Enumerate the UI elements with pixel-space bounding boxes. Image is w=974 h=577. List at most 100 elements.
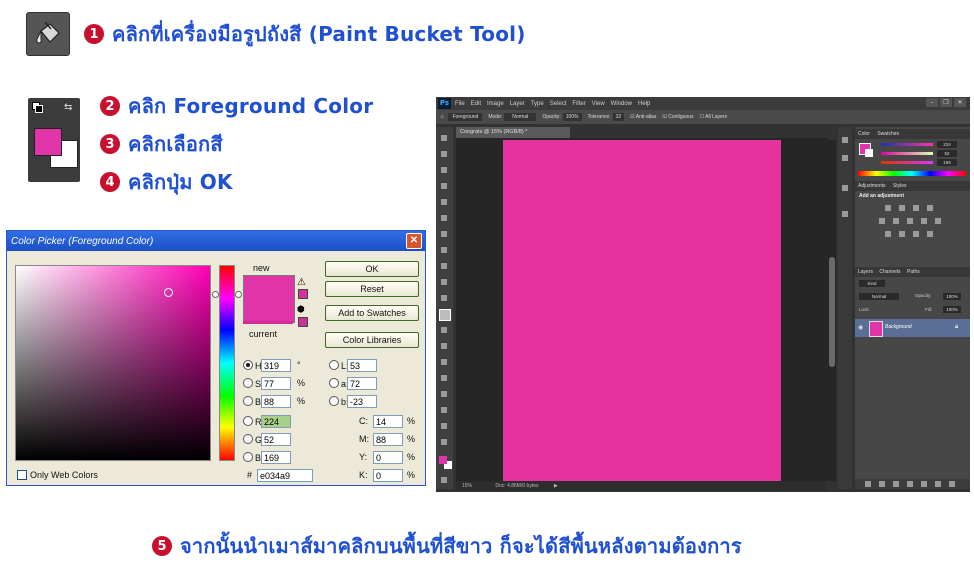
gradient-map-adjust-icon[interactable] <box>927 231 933 237</box>
mask-icon[interactable] <box>893 481 899 487</box>
l-radio-dot[interactable] <box>329 360 339 370</box>
blue-field[interactable]: 169 <box>261 451 291 464</box>
shape-tool-icon[interactable] <box>441 407 447 413</box>
k-field[interactable]: 0 <box>373 469 403 482</box>
close-icon[interactable]: ✕ <box>406 233 422 249</box>
b-field[interactable]: 88 <box>261 395 291 408</box>
paragraph-panel-icon[interactable] <box>842 211 848 217</box>
bw-adjust-icon[interactable] <box>921 218 927 224</box>
history-panel-icon[interactable] <box>842 137 848 143</box>
tab-color[interactable]: Color <box>858 131 870 137</box>
invert-adjust-icon[interactable] <box>885 231 891 237</box>
hex-field[interactable]: e034a9 <box>257 469 313 482</box>
menu-file[interactable]: File <box>455 101 465 107</box>
tolerance-field[interactable]: 32 <box>612 113 625 121</box>
a-field[interactable]: 72 <box>347 377 377 390</box>
zoom-tool-icon[interactable] <box>441 439 447 445</box>
tab-styles[interactable]: Styles <box>893 183 907 189</box>
hand-tool-icon[interactable] <box>441 423 447 429</box>
r-slider[interactable] <box>881 143 933 146</box>
posterize-adjust-icon[interactable] <box>899 231 905 237</box>
crop-tool-icon[interactable] <box>441 199 447 205</box>
r-value[interactable]: 224 <box>937 141 957 148</box>
y-field[interactable]: 0 <box>373 451 403 464</box>
mode-select[interactable]: Normal <box>504 113 537 121</box>
curves-adjust-icon[interactable] <box>913 205 919 211</box>
blur-tool-icon[interactable] <box>441 327 447 333</box>
photo-filter-adjust-icon[interactable] <box>935 218 941 224</box>
minimize-icon[interactable]: – <box>926 98 938 107</box>
b-value[interactable]: 169 <box>937 159 957 166</box>
current-color-swatch[interactable] <box>243 321 293 324</box>
s-radio-dot[interactable] <box>243 378 253 388</box>
type-tool-icon[interactable] <box>441 375 447 381</box>
color-libraries-button[interactable]: Color Libraries <box>325 332 419 348</box>
contiguous-checkbox[interactable]: ☑ Contiguous <box>662 114 693 120</box>
vertical-scrollbar-thumb[interactable] <box>829 257 835 367</box>
foreground-color-swatch[interactable] <box>439 456 447 464</box>
fill-source-select[interactable]: Foreground <box>448 113 483 121</box>
opacity-field[interactable]: 100% <box>562 113 582 121</box>
eyedropper-tool-icon[interactable] <box>441 215 447 221</box>
menu-layer[interactable]: Layer <box>510 101 525 107</box>
web-safe-cube-icon[interactable]: ⬢ <box>297 305 305 315</box>
layer-row-background[interactable]: ◉ Background 🔒︎ <box>855 319 970 337</box>
h-field[interactable]: 319 <box>261 359 291 372</box>
brush-tool-icon[interactable] <box>441 247 447 253</box>
character-panel-icon[interactable] <box>842 185 848 191</box>
foreground-background-color-icon[interactable]: ⇆ <box>28 98 80 182</box>
new-layer-icon[interactable] <box>935 481 941 487</box>
dodge-tool-icon[interactable] <box>441 343 447 349</box>
web-safe-swatch[interactable] <box>298 317 308 327</box>
ok-button[interactable]: OK <box>325 261 419 277</box>
g-slider[interactable] <box>881 152 933 155</box>
quick-select-tool-icon[interactable] <box>441 183 447 189</box>
healing-tool-icon[interactable] <box>441 231 447 237</box>
link-layers-icon[interactable] <box>865 481 871 487</box>
lock-icon[interactable]: 🔒︎ <box>955 323 958 331</box>
gamut-warning-swatch[interactable] <box>298 289 308 299</box>
status-arrow-icon[interactable]: ▶ <box>554 483 558 489</box>
levels-adjust-icon[interactable] <box>899 205 905 211</box>
menu-type[interactable]: Type <box>531 101 544 107</box>
only-web-colors-checkbox[interactable]: Only Web Colors <box>17 470 98 480</box>
b-slider[interactable] <box>881 161 933 164</box>
brightness-adjust-icon[interactable] <box>885 205 891 211</box>
new-adjustment-icon[interactable] <box>907 481 913 487</box>
m-field[interactable]: 88 <box>373 433 403 446</box>
paint-bucket-tool-icon[interactable] <box>439 309 451 321</box>
blend-mode-select[interactable]: Normal <box>859 293 899 300</box>
hue-slider[interactable] <box>219 265 235 461</box>
b-radio-dot[interactable] <box>243 396 253 406</box>
l-field[interactable]: 53 <box>347 359 377 372</box>
document-tab[interactable]: Congrats @ 15% (RGB/8) * <box>456 127 570 138</box>
tab-swatches[interactable]: Swatches <box>877 131 899 137</box>
menu-help[interactable]: Help <box>638 101 650 107</box>
color-panel-bg-swatch[interactable] <box>865 149 873 157</box>
lab-b-radio[interactable]: b: <box>329 396 349 407</box>
exposure-adjust-icon[interactable] <box>927 205 933 211</box>
new-group-icon[interactable] <box>921 481 927 487</box>
vibrance-adjust-icon[interactable] <box>879 218 885 224</box>
menu-filter[interactable]: Filter <box>572 101 585 107</box>
fill-field[interactable]: 100% <box>943 306 961 313</box>
menu-window[interactable]: Window <box>611 101 632 107</box>
layers-opacity-field[interactable]: 100% <box>943 293 961 300</box>
stamp-tool-icon[interactable] <box>441 263 447 269</box>
fx-icon[interactable] <box>879 481 885 487</box>
a-radio[interactable]: a: <box>329 378 349 389</box>
properties-panel-icon[interactable] <box>842 155 848 161</box>
status-zoom[interactable]: 15% <box>462 483 472 489</box>
menu-view[interactable]: View <box>592 101 605 107</box>
warning-icon[interactable]: ⚠ <box>297 277 306 288</box>
r-radio-dot[interactable] <box>243 416 253 426</box>
color-field-cursor[interactable] <box>164 288 173 297</box>
lab-b-radio-dot[interactable] <box>329 396 339 406</box>
close-icon[interactable]: ✕ <box>954 98 966 107</box>
default-colors-icon[interactable] <box>32 102 43 113</box>
g-value[interactable]: 52 <box>937 150 957 157</box>
kind-filter[interactable]: Kind <box>859 280 885 287</box>
add-to-swatches-button[interactable]: Add to Swatches <box>325 305 419 321</box>
quick-mask-icon[interactable] <box>441 477 447 483</box>
pen-tool-icon[interactable] <box>441 359 447 365</box>
